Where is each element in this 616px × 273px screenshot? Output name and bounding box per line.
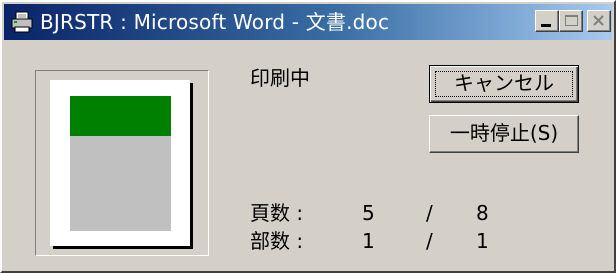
- minimize-icon: [541, 24, 551, 27]
- copies-current: 1: [362, 229, 375, 253]
- page-preview-image-block: [70, 96, 171, 136]
- title-bar[interactable]: BJRSTR : Microsoft Word - 文書.doc: [4, 4, 612, 40]
- copies-label: 部数 :: [250, 229, 304, 253]
- copies-total: 1: [476, 229, 489, 253]
- minimize-button[interactable]: [535, 10, 559, 32]
- window-title: BJRSTR : Microsoft Word - 文書.doc: [40, 10, 390, 34]
- print-progress-dialog: BJRSTR : Microsoft Word - 文書.doc 印刷中 キャン…: [0, 0, 616, 273]
- status-text: 印刷中: [250, 66, 310, 90]
- pages-separator: /: [426, 201, 433, 225]
- pause-button[interactable]: 一時停止(S): [429, 115, 579, 153]
- copies-separator: /: [426, 229, 433, 253]
- maximize-button[interactable]: [559, 10, 583, 32]
- close-icon: [593, 15, 604, 26]
- page-preview-content: [70, 96, 171, 231]
- page-preview: [50, 80, 190, 246]
- pages-total: 8: [476, 201, 489, 225]
- pages-current: 5: [362, 201, 375, 225]
- cancel-button[interactable]: キャンセル: [429, 65, 579, 103]
- focus-rect: [435, 71, 573, 97]
- pages-label: 頁数 :: [250, 201, 304, 225]
- close-button[interactable]: [587, 10, 611, 32]
- maximize-icon: [565, 15, 578, 26]
- printer-icon[interactable]: [10, 10, 34, 34]
- pause-button-label: 一時停止(S): [449, 121, 559, 145]
